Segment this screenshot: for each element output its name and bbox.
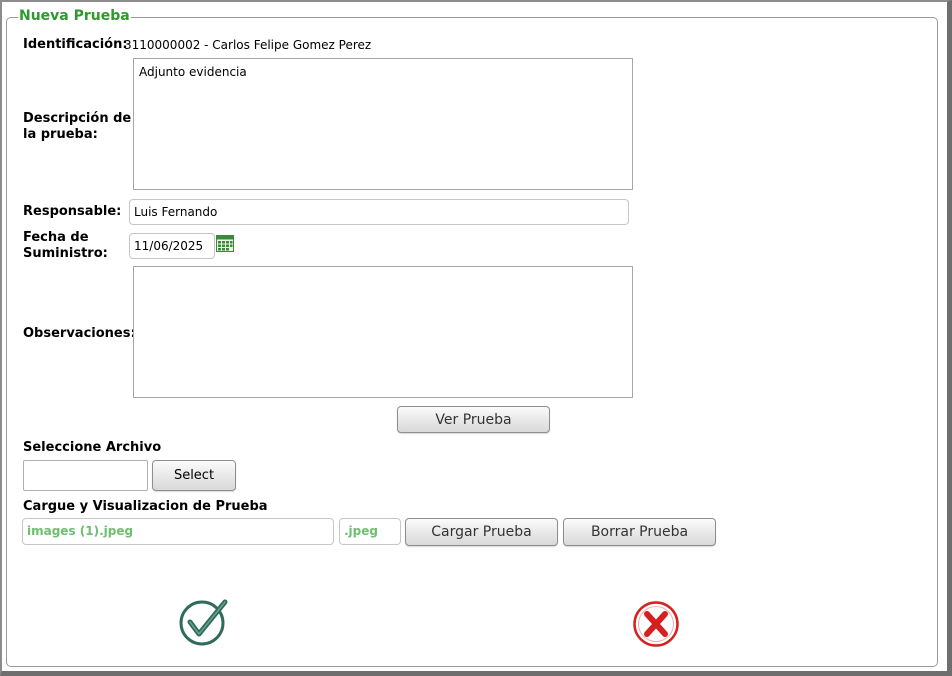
borrar-prueba-button[interactable]: Borrar Prueba [563,518,716,546]
cargue-label: Cargue y Visualizacion de Prueba [23,499,268,514]
descripcion-label: Descripción de la prueba: [23,111,131,143]
responsable-input[interactable]: Luis Fernando [129,199,629,225]
calendar-icon[interactable] [216,235,234,252]
select-button[interactable]: Select [152,460,236,491]
responsable-label: Responsable: [23,204,122,219]
fecha-label: Fecha de Suministro: [23,230,108,262]
descripcion-label-line2: la prueba: [23,127,98,142]
check-circle-icon[interactable] [179,599,229,647]
file-name-field[interactable]: images (1).jpeg [22,518,334,545]
fecha-label-line1: Fecha de [23,230,89,245]
descripcion-label-line1: Descripción de [23,111,132,126]
ver-prueba-button[interactable]: Ver Prueba [397,406,550,433]
cargar-prueba-button[interactable]: Cargar Prueba [405,518,558,546]
x-circle-icon[interactable] [632,601,680,647]
descripcion-textarea[interactable]: Adjunto evidencia [133,58,633,190]
identificacion-value: 3110000002 - Carlos Felipe Gomez Perez [124,38,372,52]
observaciones-textarea[interactable] [133,266,633,398]
fecha-label-line2: Suministro: [23,246,108,261]
file-extension-field[interactable]: .jpeg [339,518,401,545]
seleccione-archivo-label: Seleccione Archivo [23,440,162,455]
form-legend: Nueva Prueba [18,8,131,24]
archivo-input[interactable] [23,460,148,491]
observaciones-label: Observaciones: [23,326,136,341]
fecha-input[interactable]: 11/06/2025 [129,233,215,259]
identificacion-label: Identificación: [23,37,128,52]
